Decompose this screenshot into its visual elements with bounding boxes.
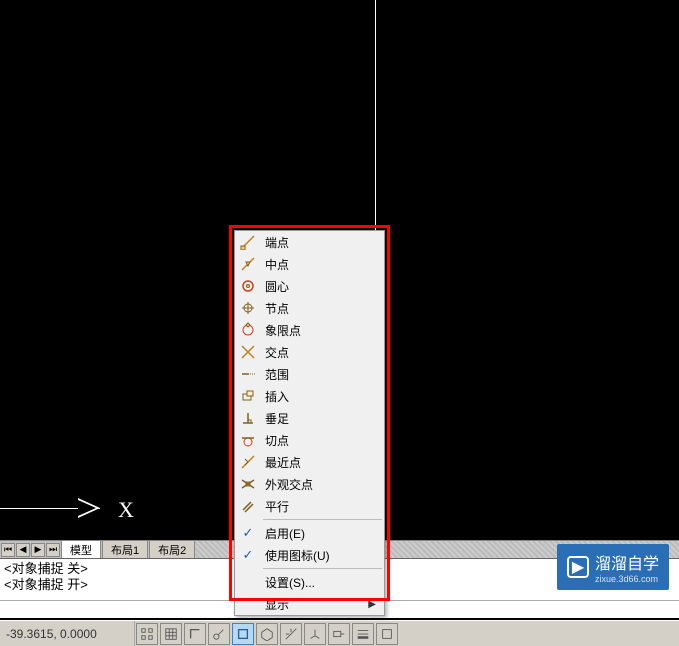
menu-label: 插入 (261, 388, 380, 405)
intersection-icon (235, 341, 261, 363)
center-icon (235, 275, 261, 297)
osnap-button[interactable] (232, 623, 254, 645)
menu-label: 圆心 (261, 278, 380, 295)
tab-scroll-next[interactable]: ▶ (31, 543, 45, 557)
tab-layout1[interactable]: 布局1 (102, 540, 148, 559)
axis-arrow-head (78, 498, 100, 518)
insert-icon (235, 385, 261, 407)
ducs-button[interactable] (304, 623, 326, 645)
menu-item-insert[interactable]: 插入 (235, 385, 384, 407)
parallel-icon (235, 495, 261, 517)
menu-label: 显示 (261, 596, 368, 613)
tab-layout2[interactable]: 布局2 (149, 540, 195, 559)
menu-item-endpoint[interactable]: 端点 (235, 231, 384, 253)
menu-item-enable[interactable]: ✓ 启用(E) (235, 522, 384, 544)
tab-scroll-prev[interactable]: ◀ (16, 543, 30, 557)
menu-label: 切点 (261, 432, 380, 449)
polar-button[interactable] (208, 623, 230, 645)
menu-item-use-icons[interactable]: ✓ 使用图标(U) (235, 544, 384, 566)
menu-item-parallel[interactable]: 平行 (235, 495, 384, 517)
menu-item-nearest[interactable]: 最近点 (235, 451, 384, 473)
watermark-badge: ▶ 溜溜自学 zixue.3d66.com (557, 544, 669, 590)
menu-label: 象限点 (261, 322, 380, 339)
menu-label: 平行 (261, 498, 380, 515)
menu-label: 垂足 (261, 410, 380, 427)
node-icon (235, 297, 261, 319)
menu-label: 最近点 (261, 454, 380, 471)
menu-label: 范围 (261, 366, 380, 383)
quadrant-icon (235, 319, 261, 341)
menu-item-midpoint[interactable]: 中点 (235, 253, 384, 275)
tab-model[interactable]: 模型 (61, 540, 101, 559)
axis-label-x: X (118, 497, 134, 523)
menu-label: 中点 (261, 256, 380, 273)
menu-label: 使用图标(U) (261, 547, 380, 564)
menu-separator (263, 519, 382, 520)
lwt-button[interactable] (352, 623, 374, 645)
check-icon: ✓ (235, 544, 261, 566)
apparent-intersection-icon (235, 473, 261, 495)
3dosnap-button[interactable] (256, 623, 278, 645)
midpoint-icon (235, 253, 261, 275)
menu-label: 设置(S)... (261, 574, 380, 591)
ortho-button[interactable] (184, 623, 206, 645)
menu-label: 端点 (261, 234, 380, 251)
endpoint-icon (235, 231, 261, 253)
menu-item-quadrant[interactable]: 象限点 (235, 319, 384, 341)
menu-label: 节点 (261, 300, 380, 317)
watermark-url: zixue.3d66.com (595, 574, 659, 584)
tab-scroll-first[interactable]: ⏮ (1, 543, 15, 557)
tpy-button[interactable] (376, 623, 398, 645)
status-bar: -39.3615, 0.0000 (0, 620, 679, 646)
otrack-button[interactable] (280, 623, 302, 645)
extension-icon (235, 363, 261, 385)
menu-item-intersection[interactable]: 交点 (235, 341, 384, 363)
watermark-title: 溜溜自学 (595, 556, 659, 573)
snap-mode-button[interactable] (136, 623, 158, 645)
menu-label: 外观交点 (261, 476, 380, 493)
dyn-button[interactable] (328, 623, 350, 645)
tab-scroll-last[interactable]: ⏭ (46, 543, 60, 557)
osnap-context-menu: 端点 中点 圆心 节点 象限点 交点 范围 插入 垂足 切点 最近点 (234, 230, 385, 616)
play-icon: ▶ (567, 556, 589, 578)
menu-item-settings[interactable]: 设置(S)... (235, 571, 384, 593)
grid-button[interactable] (160, 623, 182, 645)
nearest-icon (235, 451, 261, 473)
perpendicular-icon (235, 407, 261, 429)
menu-label: 交点 (261, 344, 380, 361)
menu-item-perpendicular[interactable]: 垂足 (235, 407, 384, 429)
menu-item-apparent-intersection[interactable]: 外观交点 (235, 473, 384, 495)
empty-icon (235, 571, 261, 593)
menu-item-tangent[interactable]: 切点 (235, 429, 384, 451)
menu-label: 启用(E) (261, 525, 380, 542)
check-icon: ✓ (235, 522, 261, 544)
menu-separator (263, 568, 382, 569)
menu-item-center[interactable]: 圆心 (235, 275, 384, 297)
menu-item-extension[interactable]: 范围 (235, 363, 384, 385)
submenu-arrow-icon: ▶ (368, 599, 380, 610)
tangent-icon (235, 429, 261, 451)
menu-item-display[interactable]: 显示 ▶ (235, 593, 384, 615)
empty-icon (235, 593, 261, 615)
coordinate-readout[interactable]: -39.3615, 0.0000 (0, 621, 135, 646)
menu-item-node[interactable]: 节点 (235, 297, 384, 319)
